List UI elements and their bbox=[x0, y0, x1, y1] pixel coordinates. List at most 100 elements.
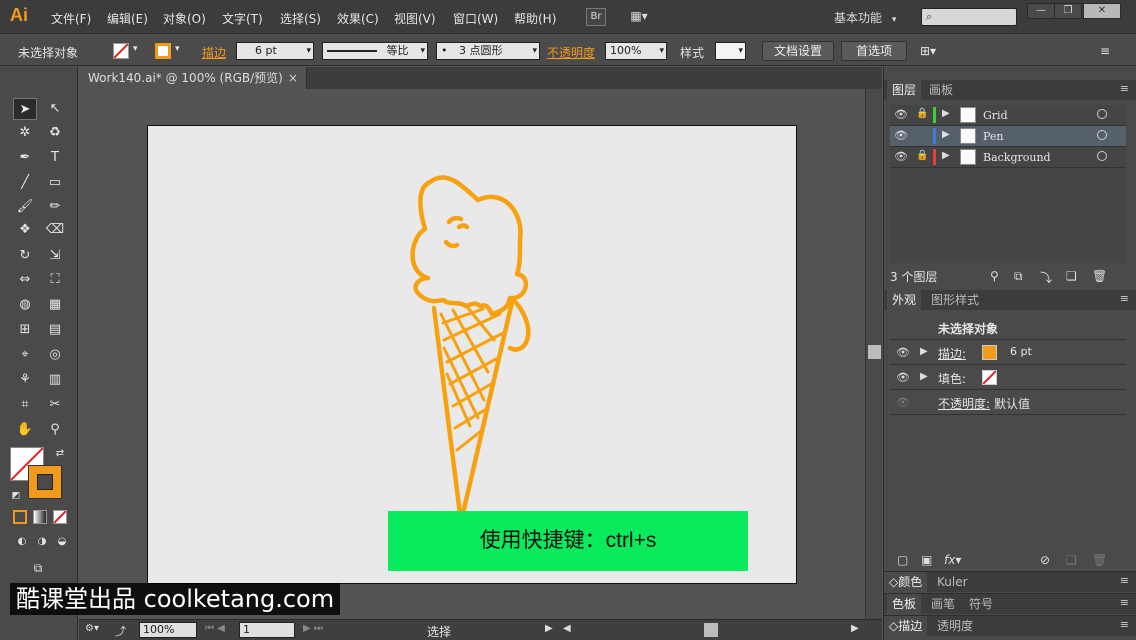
close-icon[interactable]: × bbox=[288, 67, 298, 89]
shape-builder-tool-icon[interactable]: ◍ bbox=[13, 294, 37, 316]
eye-icon[interactable]: 👁 bbox=[894, 129, 908, 142]
line-tool-icon[interactable]: ╱ bbox=[13, 172, 37, 194]
panel-menu-icon[interactable]: ≡ bbox=[1120, 596, 1129, 609]
direct-selection-tool-icon[interactable]: ↖ bbox=[43, 98, 67, 120]
blend-tool-icon[interactable]: ◎ bbox=[43, 344, 67, 366]
delete-item-icon[interactable]: 🗑 bbox=[1092, 553, 1107, 567]
menu-window[interactable]: 窗口(W) bbox=[453, 10, 498, 27]
layer-row-grid[interactable]: 👁 🔒 ▶ Grid bbox=[890, 105, 1126, 126]
vertical-scrollbar-thumb[interactable] bbox=[868, 345, 881, 359]
layer-row-background[interactable]: 👁 🔒 ▶ Background bbox=[890, 147, 1126, 168]
lasso-tool-icon[interactable]: ♻ bbox=[43, 122, 67, 144]
menu-view[interactable]: 视图(V) bbox=[394, 10, 436, 27]
appearance-stroke-swatch[interactable] bbox=[982, 345, 997, 360]
canvas-area[interactable]: 使用快捷键：ctrl+s bbox=[79, 89, 865, 619]
screen-mode-icon[interactable]: ⧉ bbox=[26, 557, 50, 579]
clipping-mask-icon[interactable]: ⧉ bbox=[1014, 269, 1023, 284]
artboard-tool-icon[interactable]: ⌗ bbox=[13, 394, 37, 416]
workspace-switcher[interactable]: 基本功能 ▾ bbox=[834, 9, 896, 26]
appearance-stroke-row[interactable]: 👁 ▶ 描边: 6 pt bbox=[890, 340, 1126, 365]
artboard-nav-next-icons[interactable]: ▶ ⏭ bbox=[303, 623, 323, 634]
style-dropdown[interactable]: ▾ bbox=[715, 42, 746, 60]
fill-dropdown-arrow[interactable]: ▾ bbox=[133, 44, 138, 54]
lock-icon[interactable]: 🔒 bbox=[916, 108, 928, 119]
restore-button[interactable]: ❐ bbox=[1054, 3, 1082, 19]
scroll-left-icon[interactable]: ◀ bbox=[563, 623, 571, 634]
arrange-icon[interactable]: ⊞▾ bbox=[920, 44, 936, 58]
menu-file[interactable]: 文件(F) bbox=[51, 10, 91, 27]
eye-icon[interactable]: 👁 bbox=[896, 396, 910, 409]
menu-help[interactable]: 帮助(H) bbox=[514, 10, 556, 27]
document-setup-button[interactable]: 文档设置 bbox=[762, 41, 834, 61]
menu-edit[interactable]: 编辑(E) bbox=[107, 10, 148, 27]
appearance-stroke-label[interactable]: 描边: bbox=[938, 345, 966, 362]
stroke-label[interactable]: 描边 bbox=[202, 44, 226, 61]
layer-target-icon[interactable] bbox=[1097, 109, 1107, 119]
pen-tool-icon[interactable]: ✒ bbox=[13, 147, 37, 169]
duplicate-item-icon[interactable]: ❏ bbox=[1066, 553, 1077, 567]
bridge-button[interactable]: Br bbox=[586, 8, 606, 26]
expand-triangle-icon[interactable]: ▶ bbox=[920, 371, 928, 382]
perspective-grid-tool-icon[interactable]: ▦ bbox=[43, 294, 67, 316]
expand-triangle-icon[interactable]: ▶ bbox=[942, 129, 950, 140]
tab-artboards[interactable]: 画板 bbox=[924, 80, 958, 100]
status-arrow-icon[interactable]: ▶ bbox=[545, 623, 553, 634]
default-fill-stroke-icon[interactable]: ◩ bbox=[4, 485, 28, 507]
control-bar-menu-icon[interactable]: ≡ bbox=[1100, 44, 1110, 58]
width-tool-icon[interactable]: ⇔ bbox=[13, 269, 37, 291]
gradient-tool-icon[interactable]: ▤ bbox=[43, 319, 67, 341]
clear-appearance-icon[interactable]: ⊘ bbox=[1040, 553, 1050, 567]
new-fill-icon[interactable]: ▣ bbox=[921, 553, 932, 567]
fx-icon[interactable]: fx▾ bbox=[944, 553, 961, 567]
eyedropper-tool-icon[interactable]: ⌖ bbox=[13, 344, 37, 366]
type-tool-icon[interactable]: T bbox=[43, 147, 67, 169]
brush-dropdown[interactable]: • 3 点圆形 ▾ bbox=[436, 42, 540, 60]
tab-brushes[interactable]: 画笔 bbox=[926, 594, 960, 614]
lock-icon[interactable]: 🔒 bbox=[916, 150, 928, 161]
tab-stroke[interactable]: ◇描边 bbox=[884, 616, 928, 636]
locate-object-icon[interactable]: ⚲ bbox=[990, 269, 999, 283]
stroke-swatch[interactable] bbox=[155, 43, 171, 59]
panel-menu-icon[interactable]: ≡ bbox=[1120, 618, 1129, 631]
pencil-tool-icon[interactable]: ✏ bbox=[43, 196, 67, 218]
stroke-dropdown-arrow[interactable]: ▾ bbox=[175, 44, 180, 54]
artboard-number-field[interactable]: 1 bbox=[239, 622, 295, 638]
preferences-button[interactable]: 首选项 bbox=[841, 41, 907, 61]
export-icon[interactable]: ⤴ bbox=[115, 623, 126, 639]
paintbrush-tool-icon[interactable]: 🖌 bbox=[13, 196, 37, 218]
eye-icon[interactable]: 👁 bbox=[894, 108, 908, 121]
menu-effect[interactable]: 效果(C) bbox=[337, 10, 379, 27]
fill-swatch[interactable] bbox=[113, 43, 129, 59]
selection-tool-icon[interactable]: ➤ bbox=[13, 98, 37, 120]
layer-target-icon[interactable] bbox=[1097, 151, 1107, 161]
layer-target-icon[interactable] bbox=[1097, 130, 1107, 140]
hand-tool-icon[interactable]: ✋ bbox=[13, 419, 37, 441]
artboard[interactable]: 使用快捷键：ctrl+s bbox=[147, 125, 797, 584]
appearance-opacity-label[interactable]: 不透明度: bbox=[938, 395, 990, 412]
appearance-fill-swatch[interactable] bbox=[982, 370, 997, 385]
tab-symbols[interactable]: 符号 bbox=[964, 594, 998, 614]
blob-brush-tool-icon[interactable]: ❖ bbox=[13, 219, 37, 241]
free-transform-tool-icon[interactable]: ⛶ bbox=[43, 269, 67, 291]
new-stroke-icon[interactable]: ▢ bbox=[897, 553, 908, 567]
arrange-documents-button[interactable]: ▦▾ bbox=[624, 8, 654, 26]
appearance-stroke-weight[interactable]: 6 pt bbox=[1010, 345, 1032, 358]
tab-transparency[interactable]: 透明度 bbox=[932, 616, 978, 636]
zoom-field[interactable]: 100% bbox=[139, 622, 197, 638]
stroke-weight-field[interactable]: 6 pt ▾ bbox=[236, 42, 314, 60]
eye-icon[interactable]: 👁 bbox=[894, 150, 908, 163]
panel-menu-icon[interactable]: ≡ bbox=[1120, 292, 1129, 305]
appearance-fill-row[interactable]: 👁 ▶ 填色: bbox=[890, 365, 1126, 390]
new-layer-icon[interactable]: ❏ bbox=[1066, 269, 1077, 283]
opacity-field[interactable]: 100% ▾ bbox=[605, 42, 667, 60]
magic-wand-tool-icon[interactable]: ✲ bbox=[13, 122, 37, 144]
expand-triangle-icon[interactable]: ▶ bbox=[920, 346, 928, 357]
tab-layers[interactable]: 图层 bbox=[887, 80, 922, 100]
menu-object[interactable]: 对象(O) bbox=[163, 10, 206, 27]
status-menu-icon[interactable]: ⚙▾ bbox=[85, 623, 99, 634]
expand-triangle-icon[interactable]: ▶ bbox=[942, 108, 950, 119]
eye-icon[interactable]: 👁 bbox=[896, 346, 910, 359]
tab-swatches[interactable]: 色板 bbox=[887, 594, 922, 614]
tab-kuler[interactable]: Kuler bbox=[932, 572, 973, 592]
menu-select[interactable]: 选择(S) bbox=[280, 10, 321, 27]
